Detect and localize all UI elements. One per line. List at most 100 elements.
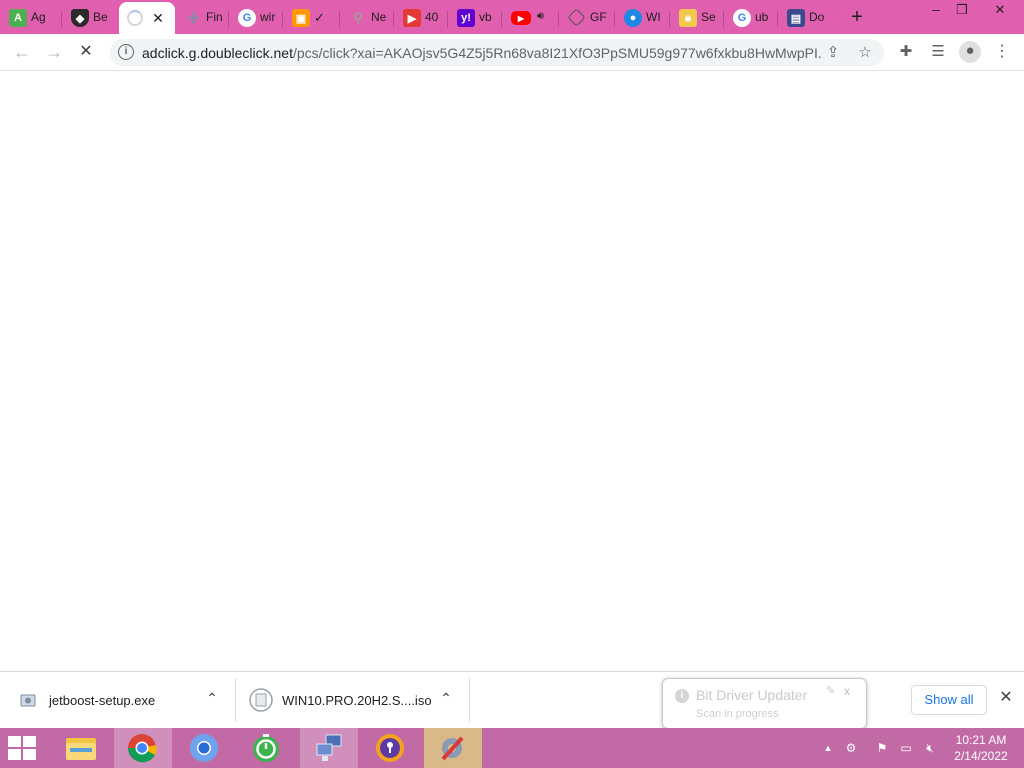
tab-9[interactable]: y! vb (448, 2, 502, 34)
tab-strip: A Ag ◆ Be ✕ ✢ Fin G wir ▣ ✓ ⚲ Ne ▶ 40 y!… (0, 0, 1024, 34)
vpn-app-taskbar-button[interactable] (362, 728, 420, 768)
extensions-puzzle-icon[interactable]: ✚ (896, 42, 916, 62)
video-icon: ▶ (403, 9, 421, 27)
tab-6[interactable]: ▣ ✓ (283, 2, 340, 34)
tab-title: Do (809, 10, 825, 24)
address-bar[interactable]: i adclick.g.doubleclick.net/pcs/click?xa… (110, 39, 884, 66)
stop-loading-button[interactable]: ✕ (74, 40, 98, 64)
system-clock[interactable]: 10:21 AM 2/14/2022 (946, 732, 1016, 764)
youtube-icon: ▶ (511, 11, 531, 25)
url-text[interactable]: adclick.g.doubleclick.net/pcs/click?xai=… (142, 45, 822, 61)
wireless-icon: ● (624, 9, 642, 27)
taskbar: ▲ ⚙ ⚑ ▭ 🔇︎ 10:21 AM 2/14/2022 (0, 728, 1024, 768)
info-icon: i (675, 689, 689, 703)
android-icon: A (9, 9, 27, 27)
close-download-shelf-button[interactable]: ✕ (996, 688, 1016, 708)
tab-8[interactable]: ▶ 40 (394, 2, 448, 34)
tab-12[interactable]: ● WI (615, 2, 670, 34)
url-path: /pcs/click?xai=AKAOjsv5G4Z5j5Rn68va8I21X… (292, 45, 822, 61)
download-filename: jetboost-setup.exe (49, 693, 156, 708)
bookmark-star-icon[interactable]: ☆ (855, 43, 875, 63)
tab-title: Ne (371, 10, 387, 24)
download-filename: WIN10.PRO.20H2.S....iso (282, 693, 432, 708)
show-hidden-icons-chevron[interactable]: ▲ (820, 740, 836, 756)
tools-icon: ✢ (187, 9, 199, 26)
folder-icon (66, 738, 96, 760)
check-icon: ✓ (314, 10, 325, 25)
site-info-icon[interactable]: i (118, 44, 134, 60)
timer-app-taskbar-button[interactable] (238, 728, 296, 768)
chrome-icon (128, 734, 157, 763)
media-control-icon[interactable]: ☰ (928, 42, 948, 62)
tab-11[interactable]: GF (559, 2, 615, 34)
loading-spinner-icon (127, 10, 143, 26)
restore-button[interactable]: ❐ (946, 0, 978, 22)
toast-title: Bit Driver Updater (696, 687, 808, 703)
start-button[interactable] (8, 736, 38, 760)
vpn-key-icon (376, 734, 404, 762)
shield-icon: ◆ (71, 9, 89, 27)
tab-4[interactable]: ✢ Fin (175, 2, 229, 34)
tab-1[interactable]: A Ag (0, 2, 62, 34)
file-explorer-taskbar-button[interactable] (52, 728, 110, 768)
volume-muted-icon[interactable]: 🔇︎ (922, 740, 938, 756)
installer-file-icon (20, 694, 36, 707)
chevron-up-icon[interactable]: ⌃ (204, 690, 220, 708)
url-host: adclick.g.doubleclick.net (142, 45, 293, 61)
diamond-icon (567, 8, 586, 27)
tab-title: wir (260, 10, 276, 24)
browser-window: A Ag ◆ Be ✕ ✢ Fin G wir ▣ ✓ ⚲ Ne ▶ 40 y!… (0, 0, 1024, 768)
clock-time: 10:21 AM (955, 733, 1007, 747)
driver-updater-taskbar-button[interactable] (424, 728, 482, 768)
tab-title: ub (755, 10, 769, 24)
download-shelf: jetboost-setup.exe ⌃ WIN10.PRO.20H2.S...… (0, 671, 1024, 728)
network-icon[interactable]: ▭ (898, 740, 914, 756)
disc-image-file-icon (249, 688, 273, 712)
toast-close-button[interactable]: x (844, 684, 850, 698)
close-window-button[interactable]: ✕ (984, 0, 1016, 22)
forward-button[interactable]: → (42, 40, 66, 64)
lock-icon: 🔒︎ (679, 9, 697, 27)
new-tab-button[interactable]: + (844, 6, 870, 28)
windows-logo-pane (23, 749, 36, 760)
tab-10[interactable]: ▶ 🔊︎ (502, 2, 559, 34)
pin-icon[interactable]: ✎ (826, 684, 835, 697)
windows-logo-pane (8, 736, 21, 747)
tab-15[interactable]: ▤ Do (778, 2, 834, 34)
tab-title: Se (701, 10, 716, 24)
driver-updater-tray-icon[interactable]: ⚙ (843, 740, 859, 756)
menu-kebab-icon[interactable]: ⋮ (992, 42, 1012, 62)
windows-logo-pane (8, 749, 21, 760)
google-icon: G (733, 9, 751, 27)
share-icon[interactable]: ⇪ (823, 43, 843, 63)
profile-avatar-icon[interactable]: ● (959, 41, 981, 63)
stopwatch-icon (253, 734, 279, 762)
back-button[interactable]: ← (10, 40, 34, 64)
tab-14[interactable]: G ub (724, 2, 778, 34)
tab-13[interactable]: 🔒︎ Se (670, 2, 724, 34)
yahoo-icon: y! (457, 9, 475, 27)
tab-7[interactable]: ⚲ Ne (340, 2, 394, 34)
remote-desktop-taskbar-button[interactable] (300, 728, 358, 768)
search-icon: ⚲ (353, 10, 363, 25)
download-item[interactable]: jetboost-setup.exe ⌃ (0, 672, 236, 729)
chrome-taskbar-button[interactable] (114, 728, 172, 768)
download-divider (469, 678, 470, 722)
tab-title: WI (646, 10, 661, 24)
chromium-taskbar-button[interactable] (176, 728, 234, 768)
tab-5[interactable]: G wir (229, 2, 283, 34)
close-tab-icon[interactable]: ✕ (149, 9, 167, 27)
toast-subtitle: Scan in progress (696, 708, 779, 720)
doc-icon: ▤ (787, 9, 805, 27)
tab-active[interactable]: ✕ (119, 2, 175, 34)
gallery-icon: ▣ (292, 9, 310, 27)
download-item[interactable]: WIN10.PRO.20H2.S....iso ⌃ (236, 672, 470, 729)
computer-network-icon (316, 734, 342, 761)
chevron-up-icon[interactable]: ⌃ (438, 690, 454, 708)
notification-toast[interactable]: i Bit Driver Updater ✎ x Scan in progres… (662, 678, 867, 729)
tab-title: Fin (206, 10, 223, 24)
tab-2[interactable]: ◆ Be (62, 2, 118, 34)
show-all-downloads-button[interactable]: Show all (911, 685, 987, 715)
action-center-flag-icon[interactable]: ⚑ (874, 740, 890, 756)
audio-playing-icon: 🔊︎ (537, 10, 544, 22)
